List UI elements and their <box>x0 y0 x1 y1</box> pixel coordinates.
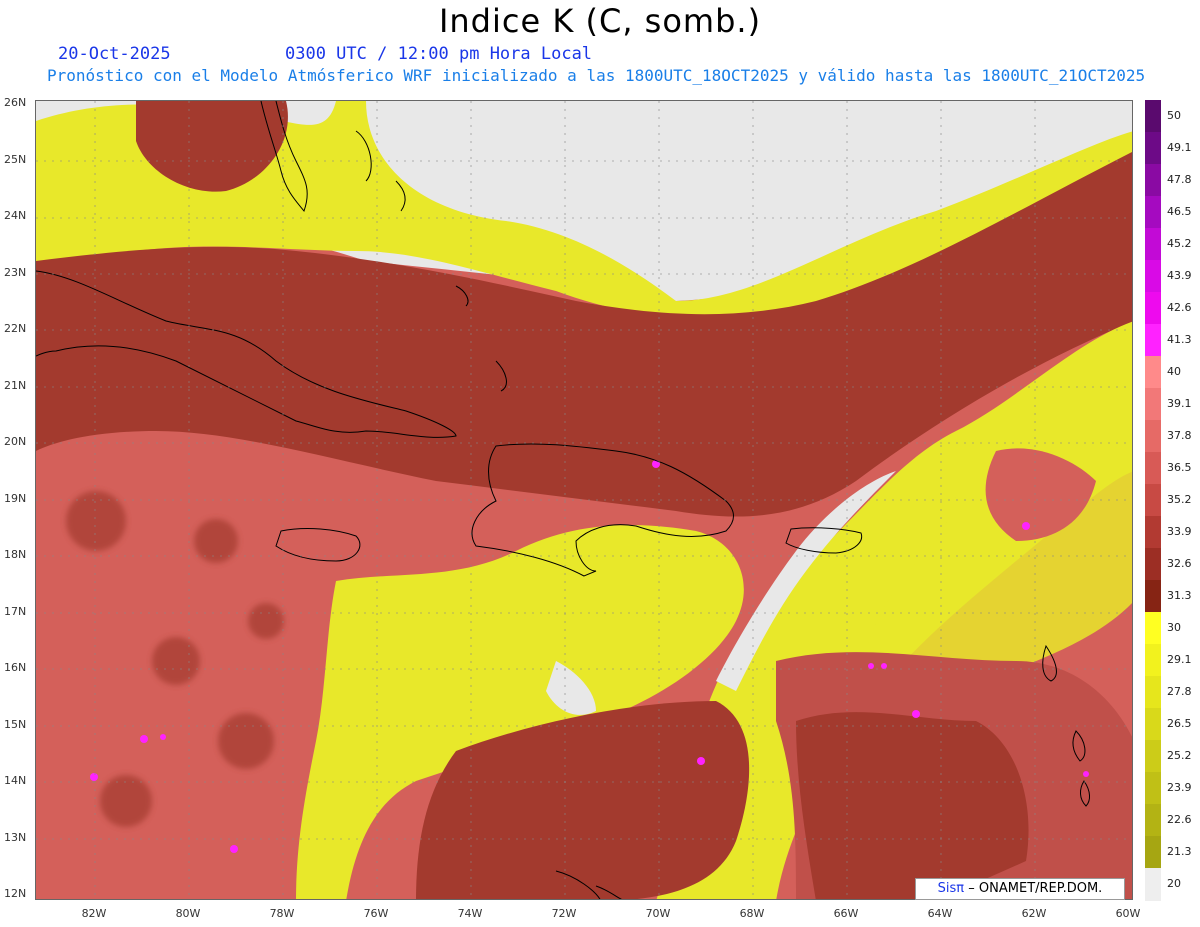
map-canvas <box>36 101 1132 899</box>
colorbar-tick-label: 50 <box>1167 109 1181 122</box>
k-index-map <box>35 100 1133 900</box>
credit-brand: Sisπ <box>937 881 965 896</box>
lon-label: 68W <box>739 907 765 920</box>
lat-label: 17N <box>4 604 27 618</box>
colorbar-tick-label: 45.2 <box>1167 237 1192 250</box>
colorbar-cell <box>1145 708 1161 741</box>
colorbar-tick-label: 37.8 <box>1167 429 1192 442</box>
colorbar-tick-label: 47.8 <box>1167 173 1192 186</box>
colorbar-cell <box>1145 420 1161 453</box>
credit-box: Sisπ – ONAMET/REP.DOM. <box>915 878 1125 900</box>
lat-label: 22N <box>4 322 27 335</box>
colorbar-tick-label: 40 <box>1167 365 1181 378</box>
colorbar-cell <box>1145 772 1161 805</box>
colorbar-tick-label: 32.6 <box>1167 557 1192 570</box>
colorbar-cell <box>1145 228 1161 261</box>
colorbar-cell <box>1145 260 1161 293</box>
colorbar-tick-label: 21.3 <box>1167 845 1192 858</box>
colorbar-tick-label: 20 <box>1167 877 1181 890</box>
colorbar-cell <box>1145 804 1161 837</box>
colorbar-tick-label: 36.5 <box>1167 461 1192 474</box>
lat-label: 25N <box>4 152 27 166</box>
colorbar-tick-label: 27.8 <box>1167 685 1192 698</box>
colorbar-tick-label: 23.9 <box>1167 781 1192 794</box>
colorbar-tick-label: 46.5 <box>1167 205 1192 218</box>
lon-label: 72W <box>551 907 577 920</box>
lat-label: 19N <box>4 491 27 505</box>
lat-label: 20N <box>4 435 27 448</box>
colorbar-tick-label: 35.2 <box>1167 493 1192 506</box>
lon-label: 66W <box>833 907 859 920</box>
colorbar <box>1145 100 1161 901</box>
colorbar-tick-label: 42.6 <box>1167 301 1192 314</box>
model-info: Pronóstico con el Modelo Atmósferico WRF… <box>47 66 1146 85</box>
lon-label: 78W <box>269 907 295 920</box>
lat-label: 24N <box>4 209 27 222</box>
colorbar-cell <box>1145 740 1161 773</box>
lat-label: 16N <box>4 661 27 674</box>
colorbar-cell <box>1145 132 1161 165</box>
colorbar-cell <box>1145 644 1161 677</box>
lat-label: 18N <box>4 548 27 561</box>
colorbar-cell <box>1145 164 1161 197</box>
lat-label: 26N <box>4 96 27 109</box>
lon-label: 82W <box>81 907 107 920</box>
forecast-date: 20-Oct-2025 <box>58 44 171 64</box>
colorbar-tick-label: 41.3 <box>1167 333 1192 346</box>
colorbar-tick-label: 30 <box>1167 621 1181 634</box>
colorbar-tick-label: 49.1 <box>1167 141 1192 154</box>
credit-org: – ONAMET/REP.DOM. <box>968 881 1103 896</box>
lon-label: 60W <box>1115 907 1141 920</box>
colorbar-cell <box>1145 196 1161 229</box>
lat-label: 12N <box>4 887 27 900</box>
colorbar-cell <box>1145 836 1161 869</box>
lat-label: 23N <box>4 265 27 279</box>
map-title: Indice K (C, somb.) <box>438 2 762 40</box>
colorbar-tick-label: 25.2 <box>1167 749 1192 762</box>
lon-label: 80W <box>175 907 201 920</box>
colorbar-cell <box>1145 292 1161 325</box>
lon-label: 62W <box>1021 907 1047 920</box>
colorbar-cell <box>1145 100 1161 133</box>
colorbar-cell <box>1145 612 1161 645</box>
lat-label: 14N <box>4 774 27 787</box>
colorbar-cell <box>1145 516 1161 549</box>
colorbar-cell <box>1145 580 1161 613</box>
colorbar-tick-label: 33.9 <box>1167 525 1192 538</box>
colorbar-cell <box>1145 484 1161 517</box>
colorbar-cell <box>1145 388 1161 421</box>
colorbar-cell <box>1145 324 1161 357</box>
lat-label: 13N <box>4 830 27 844</box>
colorbar-cell <box>1145 356 1161 389</box>
colorbar-cell <box>1145 676 1161 709</box>
lon-label: 70W <box>645 907 671 920</box>
colorbar-tick-label: 31.3 <box>1167 589 1192 602</box>
colorbar-tick-label: 26.5 <box>1167 717 1192 730</box>
colorbar-tick-label: 39.1 <box>1167 397 1192 410</box>
lon-label: 64W <box>927 907 953 920</box>
lat-label: 15N <box>4 717 27 731</box>
colorbar-cell <box>1145 868 1161 901</box>
colorbar-tick-label: 22.6 <box>1167 813 1192 826</box>
colorbar-tick-label: 29.1 <box>1167 653 1192 666</box>
forecast-time: 0300 UTC / 12:00 pm Hora Local <box>285 44 593 64</box>
colorbar-cell <box>1145 548 1161 581</box>
lat-label: 21N <box>4 378 27 392</box>
colorbar-cell <box>1145 452 1161 485</box>
lon-label: 76W <box>363 907 389 920</box>
colorbar-tick-label: 43.9 <box>1167 269 1192 282</box>
lon-label: 74W <box>457 907 483 920</box>
